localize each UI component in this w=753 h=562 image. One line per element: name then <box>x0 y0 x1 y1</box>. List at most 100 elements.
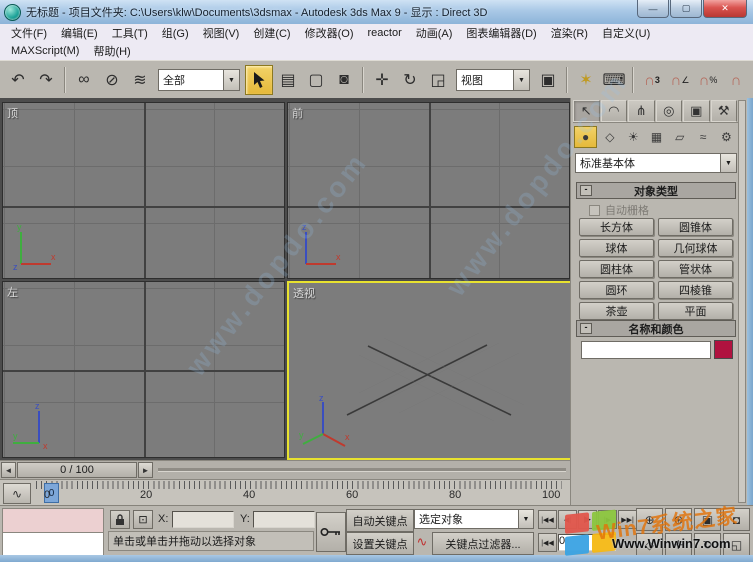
time-slider[interactable]: ◄ 0 / 100 ► <box>0 460 570 479</box>
maxscript-listener-pink[interactable] <box>2 508 104 533</box>
chevron-down-icon[interactable]: ▼ <box>223 70 239 90</box>
menu-edit[interactable]: 编辑(E) <box>54 25 105 41</box>
viewport-top[interactable]: 顶 y x z <box>2 102 285 279</box>
viewport-left[interactable]: 左 z y x <box>2 281 285 458</box>
track-bar[interactable]: ∿ 0 0 20 40 60 80 100 <box>0 479 570 506</box>
use-pivot-center-icon[interactable]: ▣ <box>535 66 561 94</box>
primitive-category-dropdown[interactable]: 标准基本体 ▼ <box>575 153 737 173</box>
select-and-link-icon[interactable]: ∞ <box>71 66 97 94</box>
tab-modify-icon[interactable]: ◠ <box>600 100 627 122</box>
time-slider-thumb[interactable]: 0 / 100 <box>17 462 137 478</box>
menu-tools[interactable]: 工具(T) <box>105 25 155 41</box>
menu-animation[interactable]: 动画(A) <box>409 25 460 41</box>
time-slider-left-icon[interactable]: ◄ <box>1 462 16 478</box>
viewport-perspective[interactable]: 透视 z x y <box>287 281 572 460</box>
percent-snap-icon[interactable]: ∩% <box>695 66 721 94</box>
tab-create-icon[interactable]: ↖ <box>573 100 600 122</box>
sphere-button[interactable]: 球体 <box>579 239 654 257</box>
select-and-rotate-icon[interactable]: ↻ <box>397 66 423 94</box>
autogrid-checkbox[interactable] <box>589 204 600 216</box>
maximize-button[interactable]: ▢ <box>670 0 702 18</box>
chevron-down-icon[interactable]: ▼ <box>518 510 533 528</box>
maxscript-listener-white[interactable] <box>2 532 104 556</box>
cylinder-button[interactable]: 圆柱体 <box>579 260 654 278</box>
menu-modifiers[interactable]: 修改器(O) <box>298 25 361 41</box>
selection-filter-dropdown[interactable]: 全部 ▼ <box>158 69 240 91</box>
object-type-rollout[interactable]: - 对象类型 <box>576 182 736 199</box>
object-color-swatch[interactable] <box>714 340 733 359</box>
viewport-front[interactable]: 前 z x <box>287 102 570 279</box>
chevron-down-icon[interactable]: ▼ <box>720 154 736 172</box>
y-coordinate-field[interactable] <box>253 511 315 528</box>
unlink-selection-icon[interactable]: ⊘ <box>99 66 125 94</box>
bind-to-spacewarp-icon[interactable]: ≋ <box>127 66 153 94</box>
mini-curve-editor-icon[interactable]: ∿ <box>3 483 31 504</box>
set-keys-button[interactable] <box>316 512 346 552</box>
menu-group[interactable]: 组(G) <box>155 25 196 41</box>
rectangular-selection-region-icon[interactable]: ▢ <box>303 66 329 94</box>
category-systems-icon[interactable]: ⚙ <box>716 126 737 148</box>
selection-set-dropdown[interactable]: 选定对象 ▼ <box>414 509 534 529</box>
selection-lock-button[interactable] <box>110 510 130 529</box>
menu-rendering[interactable]: 渲染(R) <box>544 25 595 41</box>
object-name-field[interactable] <box>581 341 711 359</box>
menu-maxscript[interactable]: MAXScript(M) <box>4 45 86 57</box>
torus-button[interactable]: 圆环 <box>579 281 654 299</box>
close-button[interactable]: ✕ <box>703 0 747 18</box>
redo-icon[interactable]: ↷ <box>33 66 59 94</box>
category-helpers-icon[interactable]: ▱ <box>669 126 690 148</box>
select-and-manipulate-icon[interactable]: ✶ <box>573 66 599 94</box>
window-crossing-icon[interactable]: ◙ <box>331 66 357 94</box>
category-geometry-icon[interactable]: ● <box>574 126 598 148</box>
tab-utilities-icon[interactable]: ⚒ <box>710 100 737 122</box>
minimize-button[interactable]: — <box>637 0 669 18</box>
command-panel: ↖ ◠ ⋔ ◎ ▣ ⚒ ● ◇ ☀ ▦ ▱ ≈ ⚙ 标准基本体 ▼ - 对象类型… <box>570 98 748 505</box>
set-key-button[interactable]: 设置关键点 <box>346 532 414 555</box>
pyramid-button[interactable]: 四棱锥 <box>658 281 733 299</box>
auto-key-button[interactable]: 自动关键点 <box>346 509 414 532</box>
keyboard-override-icon[interactable]: ⌨ <box>601 66 627 94</box>
absolute-mode-button[interactable]: ⊡ <box>133 510 153 529</box>
y-label: Y: <box>240 513 250 525</box>
select-by-name-icon[interactable]: ▤ <box>275 66 301 94</box>
box-button[interactable]: 长方体 <box>579 218 654 236</box>
menu-views[interactable]: 视图(V) <box>196 25 247 41</box>
collapse-icon[interactable]: - <box>580 323 592 334</box>
tube-button[interactable]: 管状体 <box>658 260 733 278</box>
undo-icon[interactable]: ↶ <box>5 66 31 94</box>
menu-create[interactable]: 创建(C) <box>246 25 297 41</box>
collapse-icon[interactable]: - <box>580 185 592 196</box>
menu-help[interactable]: 帮助(H) <box>86 43 137 59</box>
menu-graph-editors[interactable]: 图表编辑器(D) <box>459 25 543 41</box>
menu-customize[interactable]: 自定义(U) <box>595 25 657 41</box>
key-filters-button[interactable]: 关键点过滤器... <box>432 532 534 555</box>
category-shapes-icon[interactable]: ◇ <box>599 126 620 148</box>
select-and-move-icon[interactable]: ✛ <box>369 66 395 94</box>
tab-display-icon[interactable]: ▣ <box>683 100 710 122</box>
select-object-button[interactable] <box>245 65 273 95</box>
x-coordinate-field[interactable] <box>172 511 234 528</box>
angle-snap-icon[interactable]: ∩ ∠ <box>667 66 693 94</box>
goto-start-icon[interactable]: |◀◀ <box>538 510 557 529</box>
category-spacewarps-icon[interactable]: ≈ <box>692 126 713 148</box>
time-slider-track[interactable] <box>158 468 566 472</box>
name-color-rollout[interactable]: - 名称和颜色 <box>576 320 736 337</box>
tab-motion-icon[interactable]: ◎ <box>655 100 682 122</box>
category-cameras-icon[interactable]: ▦ <box>646 126 667 148</box>
chevron-down-icon[interactable]: ▼ <box>513 70 529 90</box>
panel-scrollbar[interactable] <box>738 100 746 503</box>
reference-coordinate-dropdown[interactable]: 视图 ▼ <box>456 69 530 91</box>
spinner-snap-icon[interactable]: ∩ <box>723 66 749 94</box>
teapot-button[interactable]: 茶壶 <box>579 302 654 320</box>
geosphere-button[interactable]: 几何球体 <box>658 239 733 257</box>
tab-hierarchy-icon[interactable]: ⋔ <box>628 100 655 122</box>
time-slider-right-icon[interactable]: ► <box>138 462 153 478</box>
menu-file[interactable]: 文件(F) <box>4 25 54 41</box>
cone-button[interactable]: 圆锥体 <box>658 218 733 236</box>
goto-start-icon[interactable]: |◀◀ <box>538 533 557 552</box>
plane-button[interactable]: 平面 <box>658 302 733 320</box>
menu-reactor[interactable]: reactor <box>361 27 409 39</box>
category-lights-icon[interactable]: ☀ <box>623 126 644 148</box>
snaps-toggle-icon[interactable]: ∩ 3 <box>639 66 665 94</box>
select-and-scale-icon[interactable]: ◲ <box>425 66 451 94</box>
